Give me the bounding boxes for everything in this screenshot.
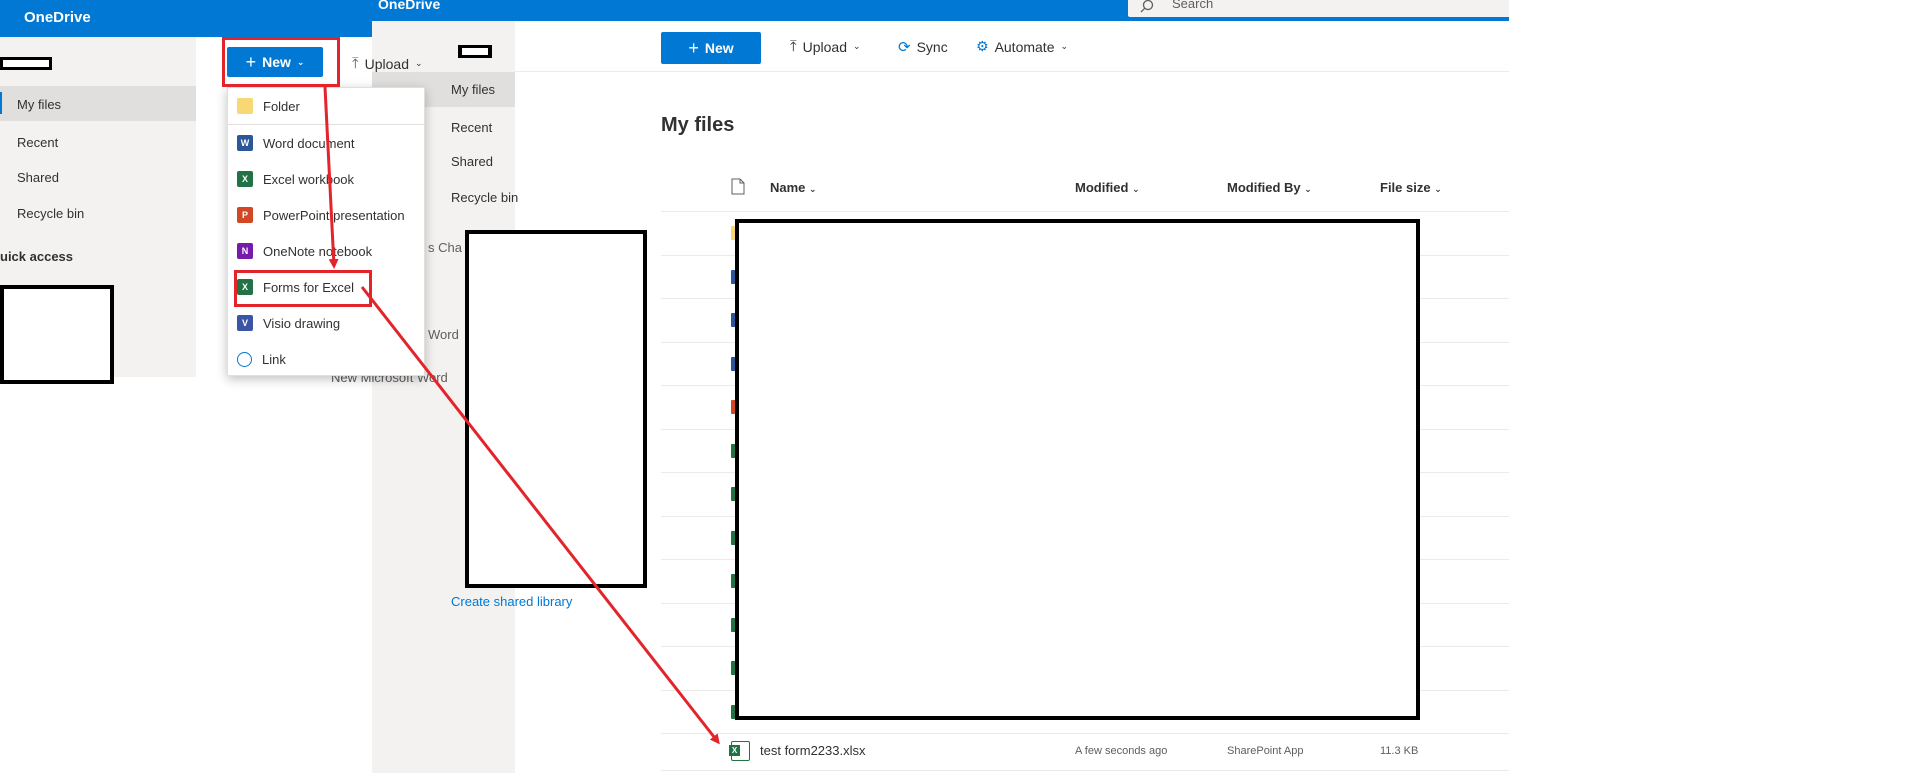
column-modified-by[interactable]: Modified By ⌄ <box>1227 180 1312 195</box>
row-divider <box>661 733 1509 734</box>
fg-upload-label: Upload <box>364 55 410 72</box>
menu-item-label: Word document <box>263 135 355 151</box>
automate-icon: ⚙ <box>976 38 989 54</box>
redaction-bar-inner <box>3 60 49 67</box>
row-divider <box>661 770 1509 771</box>
fg-app-title[interactable]: OneDrive <box>24 9 91 26</box>
excel-file-icon: X <box>729 741 750 761</box>
bg-nav-recycle-bin[interactable]: Recycle bin <box>451 190 518 205</box>
new-file-modified-by: SharePoint App <box>1227 745 1304 757</box>
menu-item-label: Folder <box>263 98 300 114</box>
word-icon: W <box>237 135 253 151</box>
page-title: My files <box>661 114 735 136</box>
active-indicator <box>0 92 2 114</box>
chevron-down-icon: ⌄ <box>415 58 423 68</box>
behind-menu-fragment: Word <box>428 327 459 342</box>
column-name[interactable]: Name ⌄ <box>770 180 817 195</box>
powerpoint-icon: P <box>237 207 253 223</box>
menu-item-word-document[interactable]: W Word document <box>228 125 424 161</box>
bg-automate-label: Automate <box>994 38 1055 55</box>
bg-search-placeholder: Search <box>1172 0 1214 11</box>
menu-item-visio-drawing[interactable]: V Visio drawing <box>228 305 424 341</box>
bg-upload-button[interactable]: ⤒ Upload ⌄ <box>790 38 861 55</box>
fg-nav-recent[interactable]: Recent <box>17 135 58 150</box>
excel-icon: X <box>237 171 253 187</box>
header-divider <box>661 211 1509 212</box>
menu-item-onenote-notebook[interactable]: N OneNote notebook <box>228 233 424 269</box>
menu-item-label: OneNote notebook <box>263 243 373 259</box>
folder-icon <box>237 98 253 114</box>
bg-upload-label: Upload <box>802 38 848 55</box>
menu-item-excel-workbook[interactable]: X Excel workbook <box>228 161 424 197</box>
globe-icon <box>237 351 252 367</box>
menu-item-label: PowerPoint presentation <box>263 207 405 223</box>
redaction-box-libraries <box>465 230 647 588</box>
new-dropdown-menu: Folder W Word document X Excel workbook … <box>227 87 425 376</box>
search-icon <box>1140 0 1154 13</box>
bg-sync-button[interactable]: ⟳ Sync <box>898 38 948 56</box>
new-file-modified: A few seconds ago <box>1075 745 1168 757</box>
menu-item-folder[interactable]: Folder <box>228 88 424 124</box>
bg-sync-label: Sync <box>916 39 948 55</box>
bg-nav-recent[interactable]: Recent <box>451 120 492 135</box>
sync-icon: ⟳ <box>898 39 911 56</box>
fg-nav-recycle-bin[interactable]: Recycle bin <box>17 206 84 221</box>
redaction-box-quick-access <box>0 285 114 384</box>
bg-new-button[interactable]: + New <box>661 32 761 64</box>
create-shared-library-link[interactable]: Create shared library <box>451 594 572 609</box>
bg-nav-my-files[interactable]: My files <box>451 82 495 97</box>
quick-access-heading: uick access <box>0 249 74 264</box>
chevron-down-icon: ⌄ <box>1060 41 1069 51</box>
menu-item-label: Excel workbook <box>263 171 355 187</box>
bg-app-title[interactable]: OneDrive <box>378 0 440 12</box>
redaction-box-file-list <box>735 219 1420 720</box>
onenote-icon: N <box>237 243 253 259</box>
chevron-down-icon: ⌄ <box>853 41 861 51</box>
fg-upload-button[interactable]: ⤒ Upload ⌄ <box>352 55 423 72</box>
plus-icon: + <box>688 38 699 58</box>
annotation-highlight-new-button <box>222 37 340 87</box>
menu-item-link[interactable]: Link <box>228 341 424 377</box>
visio-icon: V <box>237 315 253 331</box>
upload-arrow-icon: ⤒ <box>790 38 797 55</box>
new-file-name[interactable]: test form2233.xlsx <box>760 743 866 758</box>
menu-item-label: Link <box>262 351 286 367</box>
redaction-bar-inner <box>462 48 488 55</box>
annotation-highlight-forms-for-excel <box>234 270 372 307</box>
new-file-size: 11.3 KB <box>1380 745 1419 757</box>
file-type-header-icon <box>731 178 745 195</box>
bg-nav-shared[interactable]: Shared <box>451 154 493 169</box>
column-modified[interactable]: Modified ⌄ <box>1075 180 1140 195</box>
behind-menu-fragment: s Cha <box>428 240 462 255</box>
fg-nav-shared[interactable]: Shared <box>17 170 59 185</box>
fg-nav-my-files[interactable]: My files <box>17 97 61 112</box>
bg-automate-button[interactable]: ⚙ Automate ⌄ <box>976 38 1068 55</box>
menu-item-label: Visio drawing <box>263 315 341 331</box>
menu-item-powerpoint-presentation[interactable]: P PowerPoint presentation <box>228 197 424 233</box>
column-file-size[interactable]: File size ⌄ <box>1380 180 1442 195</box>
upload-arrow-icon: ⤒ <box>352 55 359 72</box>
bg-new-button-label: New <box>704 40 734 56</box>
